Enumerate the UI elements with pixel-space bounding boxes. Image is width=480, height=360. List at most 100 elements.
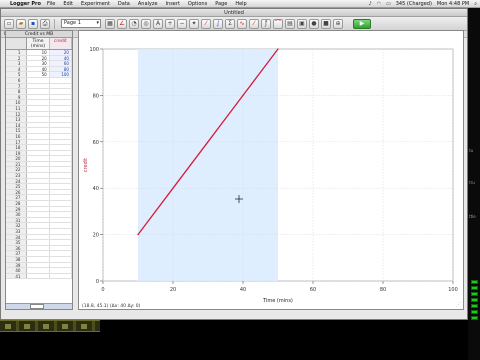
dock-item-icon[interactable]	[43, 324, 49, 329]
new-file-icon[interactable]: ▫	[4, 18, 14, 29]
x-cell[interactable]	[27, 223, 50, 228]
zoom-in-icon[interactable]: +	[165, 18, 175, 29]
y-column-header[interactable]: credit	[49, 38, 72, 49]
record-icon[interactable]: ●	[309, 18, 319, 29]
selection-region[interactable]	[138, 49, 278, 281]
x-cell[interactable]	[27, 161, 50, 167]
menu-data[interactable]: Data	[118, 1, 130, 7]
stop-icon[interactable]: ■	[321, 18, 331, 29]
keep-icon[interactable]: ⊕	[333, 18, 343, 29]
y-cell[interactable]	[50, 245, 72, 251]
x-cell[interactable]	[27, 111, 50, 117]
x-cell[interactable]	[27, 268, 50, 273]
y-cell[interactable]: 20	[49, 50, 72, 55]
x-cell[interactable]	[27, 189, 50, 195]
sensor-icon[interactable]: ◎	[141, 18, 151, 29]
data-point[interactable]	[137, 234, 139, 236]
x-cell[interactable]	[27, 206, 50, 212]
y-cell[interactable]	[50, 273, 72, 279]
x-cell[interactable]	[27, 251, 50, 256]
graph-icon[interactable]: ∠	[117, 18, 127, 29]
x-cell[interactable]	[27, 128, 50, 133]
x-cell[interactable]	[27, 105, 50, 111]
y-cell[interactable]	[50, 139, 72, 145]
menu-insert[interactable]: Insert	[166, 1, 180, 7]
data-point[interactable]	[207, 141, 209, 143]
battery-icon[interactable]: ▭	[386, 1, 391, 7]
y-cell[interactable]	[50, 89, 72, 94]
graph[interactable]: 0 20 40 60 80 100 0 20 40 60 80 100 Time (mins) credi…	[78, 30, 464, 310]
y-cell[interactable]	[50, 234, 72, 240]
x-cell[interactable]	[27, 167, 50, 173]
y-cell[interactable]	[50, 173, 72, 178]
y-cell[interactable]: 60	[49, 61, 72, 66]
y-cell[interactable]	[50, 105, 72, 111]
y-cell[interactable]	[50, 167, 72, 173]
x-cell[interactable]	[27, 150, 50, 156]
x-cell[interactable]	[27, 273, 50, 279]
x-cell[interactable]	[27, 77, 50, 83]
x-cell[interactable]	[27, 256, 50, 262]
x-cell[interactable]	[27, 139, 50, 145]
y-cell[interactable]: 40	[49, 55, 72, 60]
x-cell[interactable]	[27, 178, 50, 184]
zoom-out-icon[interactable]: −	[177, 18, 187, 29]
x-cell[interactable]	[27, 201, 50, 206]
battery-status[interactable]: 345 (Charged)	[396, 1, 432, 7]
y-cell[interactable]	[50, 195, 72, 201]
y-cell[interactable]	[50, 262, 72, 268]
y-cell[interactable]	[50, 251, 72, 256]
y-cell[interactable]	[50, 268, 72, 273]
x-cell[interactable]	[27, 217, 50, 223]
y-cell[interactable]	[50, 206, 72, 212]
integral-icon[interactable]: ∫	[213, 18, 223, 29]
x-cell[interactable]	[27, 234, 50, 240]
y-cell[interactable]	[50, 83, 72, 89]
y-cell[interactable]	[50, 77, 72, 83]
examine-icon[interactable]: ✦	[189, 18, 199, 29]
y-cell[interactable]	[50, 94, 72, 100]
collect-button[interactable]: ▶	[353, 18, 371, 29]
x-cell[interactable]	[27, 133, 50, 139]
resize-grip-icon[interactable]: ⋰	[456, 302, 462, 308]
x-cell[interactable]	[27, 122, 50, 128]
x-cell[interactable]: 30	[27, 61, 50, 66]
curve-fit-icon[interactable]: ∿	[237, 18, 247, 29]
x-cell[interactable]	[27, 100, 50, 105]
table-row[interactable]: 41	[6, 273, 72, 280]
data-table[interactable]: Credit vs MB Time (mins) credit 1 10 20 2 20…	[5, 30, 73, 310]
meter-icon[interactable]: ◔	[129, 18, 139, 29]
linear-fit-icon[interactable]: ⁄	[249, 18, 259, 29]
x-cell[interactable]: 40	[27, 66, 50, 72]
x-cell[interactable]	[27, 173, 50, 178]
statistics-icon[interactable]: Σ	[225, 18, 235, 29]
x-column-header[interactable]: Time (mins)	[27, 38, 50, 49]
x-cell[interactable]: 50	[27, 72, 50, 77]
data-point[interactable]	[172, 187, 174, 189]
y-cell[interactable]	[50, 201, 72, 206]
dock-item-icon[interactable]	[81, 324, 87, 329]
dock-item-icon[interactable]	[24, 324, 30, 329]
x-cell[interactable]	[27, 240, 50, 245]
page-selector[interactable]: Page 1 ▾	[61, 19, 101, 28]
app-menu[interactable]: Logger Pro	[10, 1, 41, 7]
y-cell[interactable]	[50, 145, 72, 150]
x-cell[interactable]	[27, 156, 50, 161]
autoscale-icon[interactable]: A	[153, 18, 163, 29]
menu-file[interactable]: File	[47, 1, 55, 7]
x-cell[interactable]	[27, 145, 50, 150]
y-cell[interactable]	[50, 256, 72, 262]
dock-item-icon[interactable]	[62, 324, 68, 329]
data-point[interactable]	[277, 48, 279, 50]
text-annotation-icon[interactable]: ▤	[285, 18, 295, 29]
y-cell[interactable]	[50, 111, 72, 117]
save-icon[interactable]: ▪	[28, 18, 38, 29]
menu-edit[interactable]: Edit	[63, 1, 73, 7]
clock[interactable]: Mon 4:48 PM	[437, 1, 469, 7]
print-icon[interactable]: ⎙	[40, 18, 50, 29]
x-cell[interactable]	[27, 117, 50, 122]
y-cell[interactable]	[50, 133, 72, 139]
tangent-icon[interactable]: ⁄	[201, 18, 211, 29]
x-cell[interactable]	[27, 184, 50, 189]
menu-options[interactable]: Options	[188, 1, 207, 7]
